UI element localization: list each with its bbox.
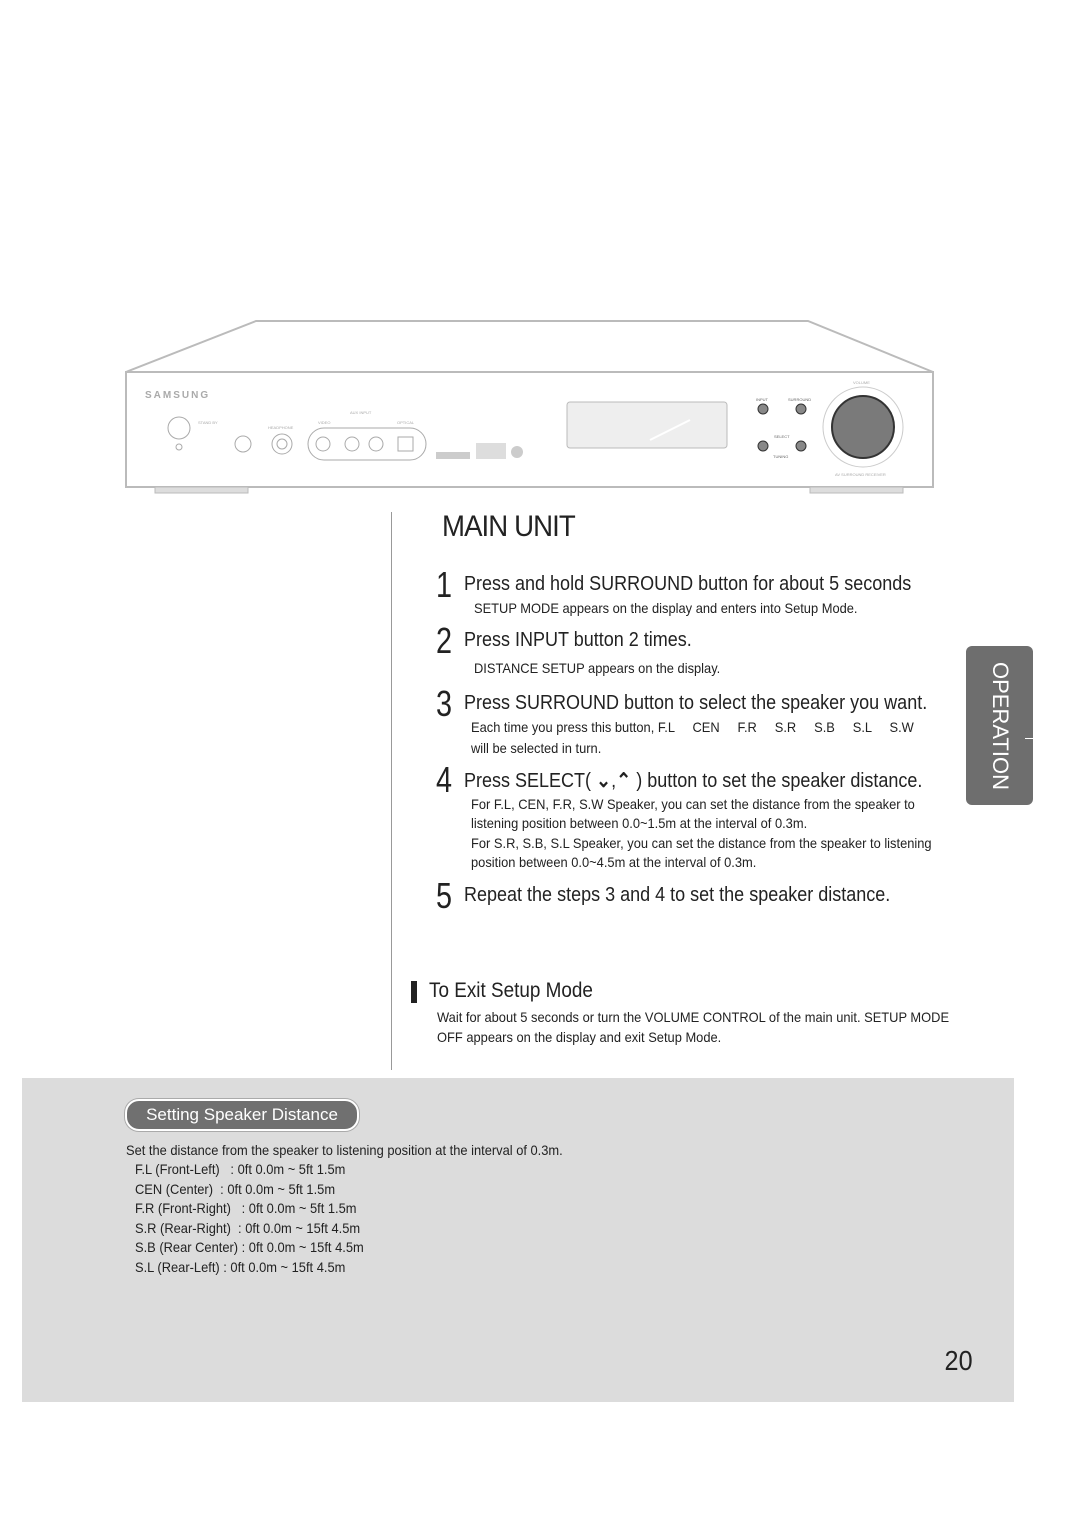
- surround-label: SURROUND: [788, 397, 811, 402]
- exit-text: OFF appears on the display and exit Setu…: [437, 1029, 722, 1045]
- step-heading: Press and hold SURROUND button for about…: [464, 573, 912, 595]
- exit-heading: To Exit Setup Mode: [429, 979, 593, 1002]
- select-label: SELECT: [774, 434, 790, 439]
- chevron-up-icon: ⌃: [616, 770, 632, 792]
- step-heading: Repeat the steps 3 and 4 to set the spea…: [464, 884, 891, 906]
- page-number: 20: [944, 1345, 973, 1376]
- step-number: 2: [436, 620, 453, 661]
- note-item: S.R (Rear-Right) : 0ft 0.0m ~ 15ft 4.5m: [135, 1220, 361, 1236]
- step-text: For F.L, CEN, F.R, S.W Speaker, you can …: [471, 796, 915, 812]
- note-title: Setting Speaker Distance: [125, 1099, 359, 1131]
- dolby-logo: [476, 443, 506, 459]
- tuning-label: TUNING: [773, 454, 788, 459]
- chevron-down-icon: ⌄: [596, 770, 612, 792]
- step-text: DISTANCE SETUP appears on the display.: [474, 660, 721, 676]
- note-item: CEN (Center) : 0ft 0.0m ~ 5ft 1.5m: [135, 1181, 336, 1197]
- step-text: SETUP MODE appears on the display and en…: [474, 600, 858, 616]
- step-text: will be selected in turn.: [471, 740, 602, 756]
- tab-divider: [1025, 738, 1033, 739]
- step-text: For S.R, S.B, S.L Speaker, you can set t…: [471, 835, 932, 851]
- note-item: S.B (Rear Center) : 0ft 0.0m ~ 15ft 4.5m: [135, 1239, 364, 1255]
- section-tab-label: OPERATION: [987, 661, 1013, 790]
- model-label: AV SURROUND RECEIVER: [835, 472, 886, 477]
- note-item: F.L (Front-Left) : 0ft 0.0m ~ 5ft 1.5m: [135, 1161, 346, 1177]
- standby-label: STAND BY: [198, 420, 218, 425]
- note-item: F.R (Front-Right) : 0ft 0.0m ~ 5ft 1.5m: [135, 1200, 357, 1216]
- step-text: Each time you press this button, F.L CEN…: [471, 719, 914, 735]
- manual-page: SAMSUNG STAND BY HEADPHONE AUX INPUT VID…: [0, 0, 1080, 1528]
- step-number: 1: [436, 564, 453, 605]
- optical-label: OPTICAL: [397, 420, 415, 425]
- step-heading-pre: Press SELECT(: [464, 770, 592, 792]
- srs-logo: [511, 446, 523, 458]
- display-window: [566, 401, 728, 449]
- operation-section-tab: OPERATION: [966, 646, 1033, 805]
- input-label: INPUT: [756, 397, 769, 402]
- surround-button[interactable]: [795, 403, 807, 415]
- exit-text: Wait for about 5 seconds or turn the VOL…: [437, 1009, 950, 1025]
- dts-logo: [436, 452, 470, 459]
- main-unit-illustration: SAMSUNG STAND BY HEADPHONE AUX INPUT VID…: [125, 320, 934, 494]
- aux-input-label: AUX INPUT: [350, 410, 372, 415]
- step-heading: Press INPUT button 2 times.: [464, 629, 692, 651]
- video-label: VIDEO: [318, 420, 330, 425]
- step-heading-post: ) button to set the speaker distance.: [636, 770, 923, 792]
- select-down-button[interactable]: [757, 440, 769, 452]
- note-intro: Set the distance from the speaker to lis…: [126, 1142, 563, 1158]
- input-button[interactable]: [757, 403, 769, 415]
- step-heading: Press SELECT( ⌄,⌃ ) button to set the sp…: [464, 770, 923, 792]
- page-title: MAIN UNIT: [442, 510, 576, 543]
- step-text: listening position between 0.0~1.5m at t…: [471, 815, 808, 831]
- column-divider: [391, 512, 392, 1070]
- step-number: 4: [436, 759, 453, 800]
- section-marker: [411, 981, 417, 1003]
- brand-logo: SAMSUNG: [145, 390, 210, 401]
- volume-label: VOLUME: [853, 380, 870, 385]
- select-up-button[interactable]: [795, 440, 807, 452]
- headphone-label: HEADPHONE: [268, 425, 294, 430]
- step-number: 3: [436, 683, 453, 724]
- volume-knob[interactable]: [831, 395, 895, 459]
- step-heading: Press SURROUND button to select the spea…: [464, 692, 928, 714]
- step-number: 5: [436, 875, 453, 916]
- step-text: position between 0.0~4.5m at the interva…: [471, 854, 757, 870]
- note-item: S.L (Rear-Left) : 0ft 0.0m ~ 15ft 4.5m: [135, 1259, 346, 1275]
